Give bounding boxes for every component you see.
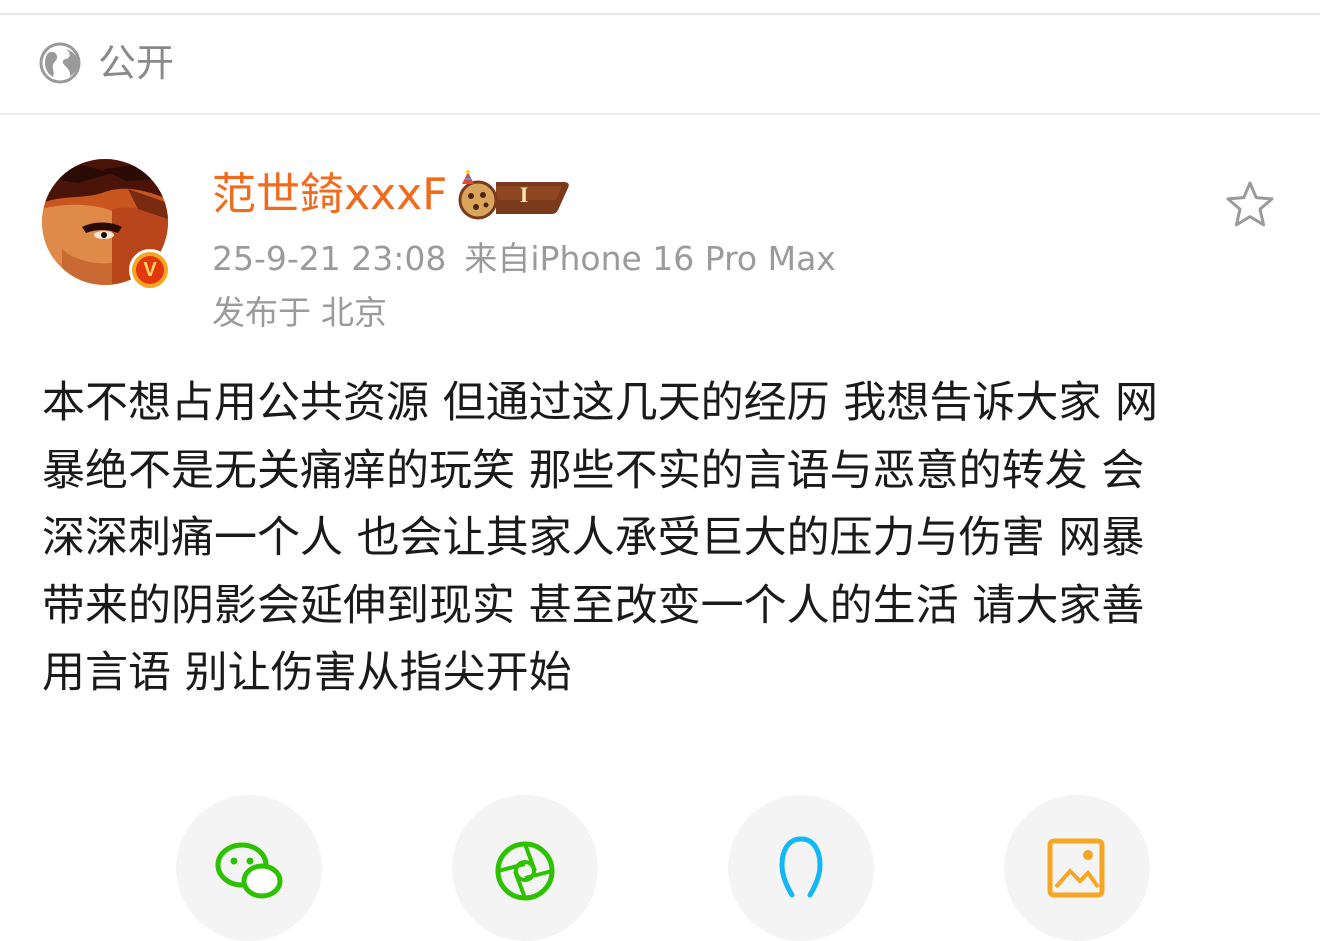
globe-icon xyxy=(39,42,81,84)
post-source: 来自iPhone 16 Pro Max xyxy=(464,239,836,278)
post-card: V 范世錡xxxF I 25-9-21 23:08 来自iPhone 16 Pro… xyxy=(0,115,1320,941)
level-badge[interactable] xyxy=(452,170,570,220)
share-save-image-button[interactable] xyxy=(1004,795,1150,941)
visibility-label: 公开 xyxy=(98,41,175,85)
post-meta: 25-9-21 23:08 来自iPhone 16 Pro Max xyxy=(212,235,836,283)
post-body-line: 用言语 别让伤害从指尖开始 xyxy=(42,648,572,698)
post-body: 本不想占用公共资源 但通过这几天的经历 我想告诉大家 网 暴绝不是无关痛痒的玩笑… xyxy=(42,370,1274,708)
star-icon[interactable] xyxy=(1222,177,1278,233)
author-name[interactable]: 范世錡xxxF xyxy=(212,167,447,223)
save-image-icon xyxy=(1047,838,1105,898)
share-moments-button[interactable] xyxy=(452,795,598,941)
location-city: 北京 xyxy=(321,293,387,332)
post-body-line: 深深刺痛一个人 也会让其家人承受巨大的压力与伤害 网暴 xyxy=(42,513,1145,563)
wechat-icon xyxy=(215,842,283,899)
moments-icon xyxy=(495,841,555,901)
cookie-party-icon xyxy=(458,170,498,220)
post-body-line: 带来的阴影会延伸到现实 甚至改变一个人的生活 请大家善 xyxy=(42,580,1145,631)
visibility-setting[interactable]: 公开 xyxy=(0,15,1320,113)
share-row xyxy=(0,795,1320,941)
post-location: 发布于 北京 xyxy=(212,289,387,337)
level-number: I xyxy=(519,182,529,207)
share-qq-button[interactable] xyxy=(728,795,874,941)
verified-v-icon: V xyxy=(129,249,171,291)
location-prefix: 发布于 xyxy=(212,293,311,332)
post-body-line: 暴绝不是无关痛痒的玩笑 那些不实的言语与恶意的转发 会 xyxy=(42,445,1145,496)
post-time: 25-9-21 23:08 xyxy=(212,239,447,278)
qq-icon xyxy=(779,836,823,898)
post-body-line: 本不想占用公共资源 但通过这几天的经历 我想告诉大家 网 xyxy=(42,378,1159,428)
share-wechat-button[interactable] xyxy=(176,795,322,941)
